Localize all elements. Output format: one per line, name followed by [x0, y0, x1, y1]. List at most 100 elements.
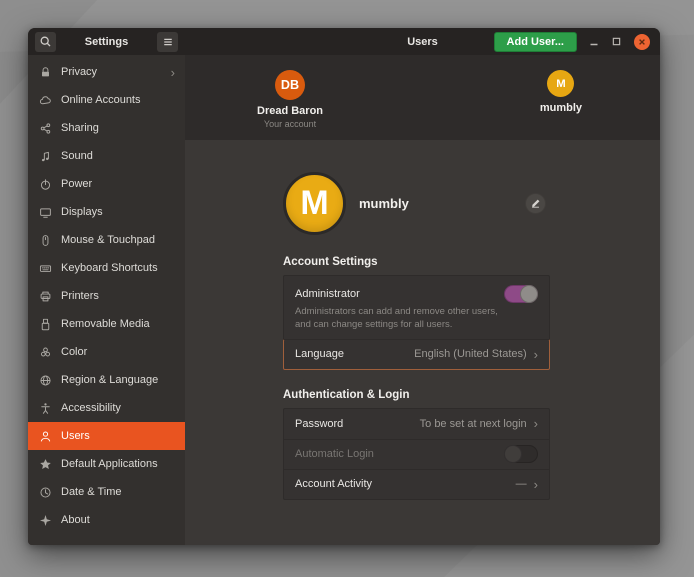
titlebar-sidebar-section: Settings — [28, 32, 185, 52]
toggle-knob — [520, 285, 538, 303]
chevron-right-icon — [534, 347, 538, 362]
avatar[interactable]: DB — [275, 70, 305, 100]
sidebar-item-label: Region & Language — [61, 374, 175, 386]
sidebar-item-label: Keyboard Shortcuts — [61, 262, 175, 274]
language-value: English (United States) — [414, 348, 527, 360]
account-settings-group: Administrator Administrators can add and… — [283, 275, 550, 370]
settings-window: Settings Users Add User... — [28, 28, 660, 545]
account-activity-label: Account Activity — [295, 478, 372, 490]
search-button[interactable] — [35, 32, 56, 52]
user-avatar[interactable]: M — [283, 172, 346, 235]
globe-icon — [38, 373, 52, 387]
minimize-button[interactable] — [589, 37, 599, 47]
pencil-icon — [530, 198, 541, 209]
lock-icon — [38, 65, 52, 79]
sidebar-item-label: Privacy — [61, 66, 162, 78]
user-details: M mumbly Account Settings — [185, 140, 660, 545]
sidebar-item-label: Default Applications — [61, 458, 175, 470]
sidebar-item-accessibility[interactable]: Accessibility — [28, 394, 185, 422]
password-row[interactable]: Password To be set at next login — [284, 409, 549, 439]
removable-icon — [38, 317, 52, 331]
sidebar-item-label: About — [61, 514, 175, 526]
automatic-login-toggle — [504, 445, 538, 463]
search-icon — [39, 35, 52, 48]
sidebar-item-label: Displays — [61, 206, 175, 218]
chevron-right-icon — [534, 477, 538, 492]
administrator-label: Administrator — [295, 288, 360, 300]
administrator-description: Administrators can add and remove other … — [295, 306, 509, 332]
sidebar-item-privacy[interactable]: Privacy — [28, 58, 185, 86]
mouse-icon — [38, 233, 52, 247]
users-panel: DB Dread Baron Your account Mmumbly M mumbl… — [185, 55, 660, 545]
profile-row: M mumbly — [283, 171, 550, 235]
sidebar-item-date-time[interactable]: Date & Time — [28, 478, 185, 506]
sidebar-item-label: Date & Time — [61, 486, 175, 498]
password-value: To be set at next login — [420, 418, 527, 430]
sidebar-item-power[interactable]: Power — [28, 170, 185, 198]
sidebar-item-displays[interactable]: Displays — [28, 198, 185, 226]
sidebar-item-sharing[interactable]: Sharing — [28, 114, 185, 142]
add-user-button[interactable]: Add User... — [494, 32, 577, 52]
sidebar-item-label: Accessibility — [61, 402, 175, 414]
sidebar-item-color[interactable]: Color — [28, 338, 185, 366]
accessibility-icon — [38, 401, 52, 415]
language-label: Language — [295, 348, 344, 360]
sidebar-item-removable-media[interactable]: Removable Media — [28, 310, 185, 338]
administrator-toggle[interactable] — [504, 285, 538, 303]
sidebar-item-label: Mouse & Touchpad — [61, 234, 175, 246]
sidebar-item-default-applications[interactable]: Default Applications — [28, 450, 185, 478]
menu-icon — [162, 36, 174, 48]
star-icon — [38, 457, 52, 471]
sidebar-item-region-language[interactable]: Region & Language — [28, 366, 185, 394]
administrator-row: Administrator Administrators can add and… — [284, 276, 549, 340]
sidebar: Privacy Online Accounts Sharing Sound Power D… — [28, 55, 185, 545]
menu-button[interactable] — [157, 32, 178, 52]
close-button[interactable] — [634, 34, 650, 50]
maximize-button[interactable] — [612, 37, 621, 46]
desktop: { "window": { "app_title": "Settings", "… — [0, 0, 694, 577]
carousel-user-name: Dread Baron — [257, 105, 323, 117]
account-settings-header: Account Settings — [283, 256, 550, 268]
carousel-user-name: mumbly — [540, 102, 582, 114]
clock-icon — [38, 485, 52, 499]
sidebar-item-online-accounts[interactable]: Online Accounts — [28, 86, 185, 114]
printer-icon — [38, 289, 52, 303]
titlebar-main-section: Users Add User... — [185, 32, 660, 52]
keyboard-icon — [38, 261, 52, 275]
carousel-user-mumbly[interactable]: Mmumbly — [540, 55, 582, 140]
sidebar-item-mouse-touchpad[interactable]: Mouse & Touchpad — [28, 226, 185, 254]
password-label: Password — [295, 418, 343, 430]
sidebar-item-keyboard-shortcuts[interactable]: Keyboard Shortcuts — [28, 254, 185, 282]
language-row[interactable]: Language English (United States) — [283, 339, 550, 370]
avatar[interactable]: M — [547, 70, 574, 97]
user-carousel: DB Dread Baron Your account Mmumbly — [185, 55, 660, 140]
edit-name-button[interactable] — [525, 193, 546, 214]
carousel-user-subtitle: Your account — [264, 119, 316, 129]
automatic-login-row: Automatic Login — [284, 439, 549, 469]
cloud-icon — [38, 93, 52, 107]
sound-icon — [38, 149, 52, 163]
toggle-knob — [504, 445, 522, 463]
user-name: mumbly — [359, 196, 409, 211]
sidebar-item-label: Color — [61, 346, 175, 358]
power-icon — [38, 177, 52, 191]
sidebar-item-label: Power — [61, 178, 175, 190]
auth-login-group: Password To be set at next login Automat… — [283, 408, 550, 500]
sidebar-item-printers[interactable]: Printers — [28, 282, 185, 310]
account-activity-row[interactable]: Account Activity — — [284, 469, 549, 499]
displays-icon — [38, 205, 52, 219]
sidebar-item-sound[interactable]: Sound — [28, 142, 185, 170]
sidebar-item-label: Removable Media — [61, 318, 175, 330]
sidebar-item-about[interactable]: About — [28, 506, 185, 534]
sidebar-item-label: Sharing — [61, 122, 175, 134]
titlebar: Settings Users Add User... — [28, 28, 660, 55]
auth-login-header: Authentication & Login — [283, 389, 550, 401]
chevron-right-icon — [534, 416, 538, 431]
app-title: Settings — [85, 36, 128, 48]
sidebar-item-users[interactable]: Users — [28, 422, 185, 450]
sidebar-item-label: Online Accounts — [61, 94, 175, 106]
color-icon — [38, 345, 52, 359]
automatic-login-label: Automatic Login — [295, 448, 374, 460]
chevron-right-icon — [171, 66, 175, 79]
carousel-user-dread-baron[interactable]: DB Dread Baron Your account — [257, 55, 323, 140]
